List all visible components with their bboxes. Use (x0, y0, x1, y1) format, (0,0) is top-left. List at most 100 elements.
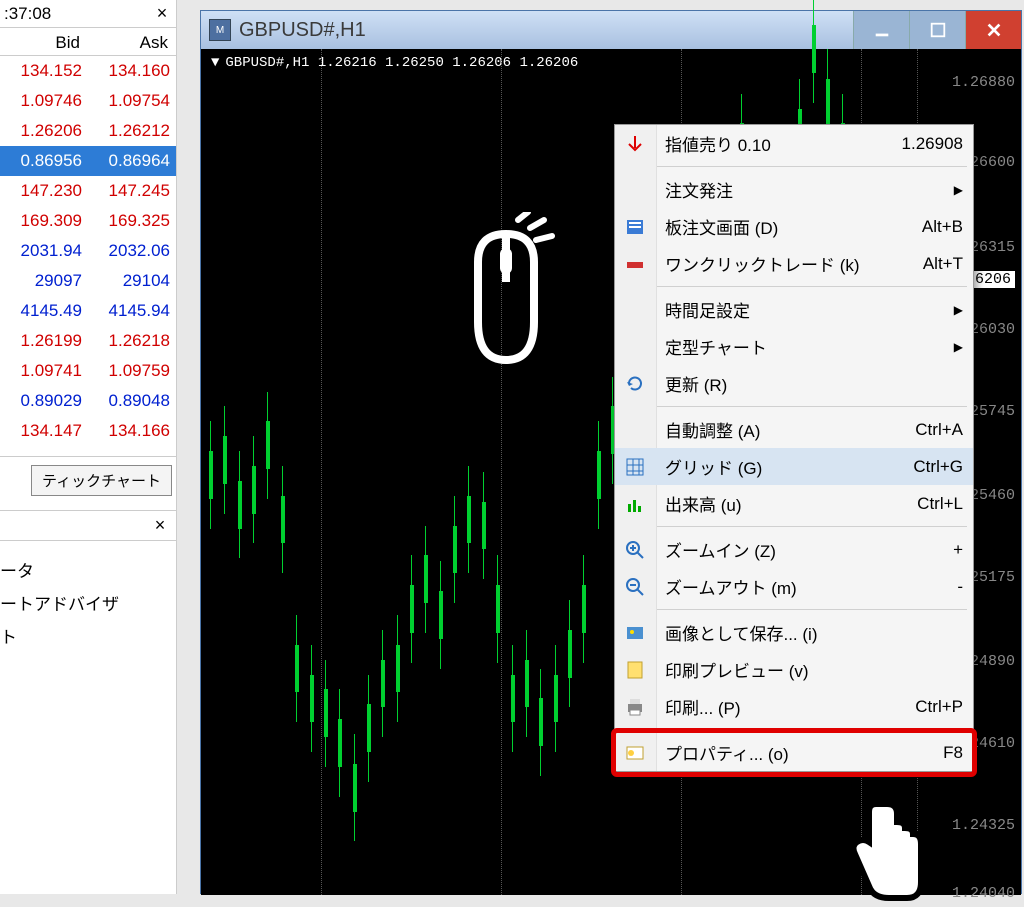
menu-shortcut: Ctrl+P (915, 697, 963, 717)
volume-icon (621, 490, 649, 518)
menu-separator (657, 286, 967, 287)
menu-item-oneclick[interactable]: ワンクリックトレード (k) Alt+T (615, 245, 973, 282)
tree-item[interactable]: ト (0, 619, 168, 652)
menu-item-zoomin[interactable]: ズームイン (Z)+ (615, 531, 973, 568)
price-row[interactable]: 0.869560.86964 (0, 146, 176, 176)
window-buttons (853, 11, 1021, 49)
bid-header: Bid (0, 28, 88, 55)
menu-item-print[interactable]: 印刷... (P)Ctrl+P (615, 688, 973, 725)
price-row[interactable]: 2909729104 (0, 266, 176, 296)
grid-icon (621, 453, 649, 481)
window-icon: M (209, 19, 231, 41)
server-time: :37:08 (4, 4, 152, 24)
ask-cell: 0.89048 (88, 386, 176, 416)
menu-label: 更新 (R) (665, 371, 727, 396)
oneclick-icon (621, 250, 649, 278)
tree-item[interactable]: ートアドバイザ (0, 586, 168, 619)
menu-label: 出来高 (u) (665, 491, 742, 516)
price-rows: 134.152134.1601.097461.097541.262061.262… (0, 56, 176, 446)
price-row[interactable]: 134.147134.166 (0, 416, 176, 446)
bid-cell: 1.26206 (0, 116, 88, 146)
price-row[interactable]: 1.097411.09759 (0, 356, 176, 386)
menu-label: グリッド (G) (665, 454, 762, 479)
bid-cell: 1.09746 (0, 86, 88, 116)
minimize-button[interactable] (853, 11, 909, 49)
price-row[interactable]: 1.097461.09754 (0, 86, 176, 116)
menu-item-item[interactable]: 定型チャート ▶ (615, 328, 973, 365)
menu-separator (657, 729, 967, 730)
bidask-header: Bid Ask (0, 28, 176, 56)
price-row[interactable]: 134.152134.160 (0, 56, 176, 86)
menu-item-grid[interactable]: グリッド (G)Ctrl+G (615, 448, 973, 485)
time-row: :37:08 × (0, 0, 176, 28)
price-row[interactable]: 1.262061.26212 (0, 116, 176, 146)
menu-shortcut: Ctrl+L (917, 494, 963, 514)
right-click-icon (456, 212, 556, 367)
bid-cell: 2031.94 (0, 236, 88, 266)
market-watch-panel: :37:08 × Bid Ask 134.152134.1601.097461.… (0, 0, 177, 894)
price-row[interactable]: 0.890290.89048 (0, 386, 176, 416)
ask-cell: 1.26218 (88, 326, 176, 356)
menu-item-item[interactable]: 注文発注▶ (615, 171, 973, 208)
price-row[interactable]: 169.309169.325 (0, 206, 176, 236)
menu-shortcut: Alt+T (923, 254, 963, 274)
hand-cursor-icon (841, 794, 931, 904)
menu-item-props[interactable]: プロパティ... (o) F8 (615, 734, 973, 771)
menu-item-saveimg[interactable]: 画像として保存... (i) (615, 614, 973, 651)
menu-item-a[interactable]: 自動調整 (A) Ctrl+A (615, 411, 973, 448)
ask-cell: 147.245 (88, 176, 176, 206)
menu-shortcut: Alt+B (922, 217, 963, 237)
ask-cell: 0.86964 (88, 146, 176, 176)
panel-close-row: × (0, 510, 176, 541)
tick-chart-row: ティックチャート (0, 456, 176, 504)
chart-area[interactable]: ▼GBPUSD#,H1 1.26216 1.26250 1.26206 1.26… (201, 49, 1021, 895)
ask-cell: 2032.06 (88, 236, 176, 266)
menu-separator (657, 166, 967, 167)
menu-label: ワンクリックトレード (k) (665, 251, 860, 276)
price-row[interactable]: 147.230147.245 (0, 176, 176, 206)
menu-item-item[interactable]: 時間足設定▶ (615, 291, 973, 328)
menu-shortcut: Ctrl+A (915, 420, 963, 440)
price-row[interactable]: 4145.494145.94 (0, 296, 176, 326)
menu-label: 定型チャート (665, 334, 767, 359)
bid-cell: 0.86956 (0, 146, 88, 176)
close-icon[interactable]: × (152, 3, 172, 24)
price-row[interactable]: 2031.942032.06 (0, 236, 176, 266)
menu-separator (657, 609, 967, 610)
tree-item[interactable]: ータ (0, 553, 168, 586)
ask-cell: 4145.94 (88, 296, 176, 326)
preview-icon (621, 656, 649, 684)
titlebar[interactable]: M GBPUSD#,H1 (201, 11, 1021, 49)
menu-label: 画像として保存... (i) (665, 620, 817, 645)
tick-chart-button[interactable]: ティックチャート (31, 465, 172, 496)
ask-header: Ask (88, 28, 176, 55)
menu-item-volume[interactable]: 出来高 (u) Ctrl+L (615, 485, 973, 522)
submenu-arrow-icon: ▶ (954, 340, 963, 354)
bid-cell: 134.152 (0, 56, 88, 86)
price-row[interactable]: 1.261991.26218 (0, 326, 176, 356)
bid-cell: 4145.49 (0, 296, 88, 326)
ask-cell: 134.160 (88, 56, 176, 86)
bid-cell: 1.09741 (0, 356, 88, 386)
bid-cell: 0.89029 (0, 386, 88, 416)
menu-shortcut: + (953, 540, 963, 560)
close-icon[interactable]: × (150, 515, 170, 536)
close-button[interactable] (965, 11, 1021, 49)
menu-label: プロパティ... (o) (665, 740, 789, 765)
menu-item-zoomout[interactable]: ズームアウト (m)- (615, 568, 973, 605)
menu-item-refresh[interactable]: 更新 (R) (615, 365, 973, 402)
menu-shortcut: F8 (943, 743, 963, 763)
menu-separator (657, 406, 967, 407)
zoomout-icon (621, 573, 649, 601)
menu-label: 自動調整 (A) (665, 417, 760, 442)
maximize-button[interactable] (909, 11, 965, 49)
menu-item-book[interactable]: 板注文画面 (D)Alt+B (615, 208, 973, 245)
menu-item-sell-limit[interactable]: 指値売り 0.101.26908 (615, 125, 973, 162)
axis-label: 1.26880 (952, 74, 1015, 91)
book-icon (621, 213, 649, 241)
zoomin-icon (621, 536, 649, 564)
menu-item-preview[interactable]: 印刷プレビュー (v) (615, 651, 973, 688)
bid-cell: 29097 (0, 266, 88, 296)
menu-shortcut: - (957, 577, 963, 597)
menu-label: 印刷プレビュー (v) (665, 657, 809, 682)
